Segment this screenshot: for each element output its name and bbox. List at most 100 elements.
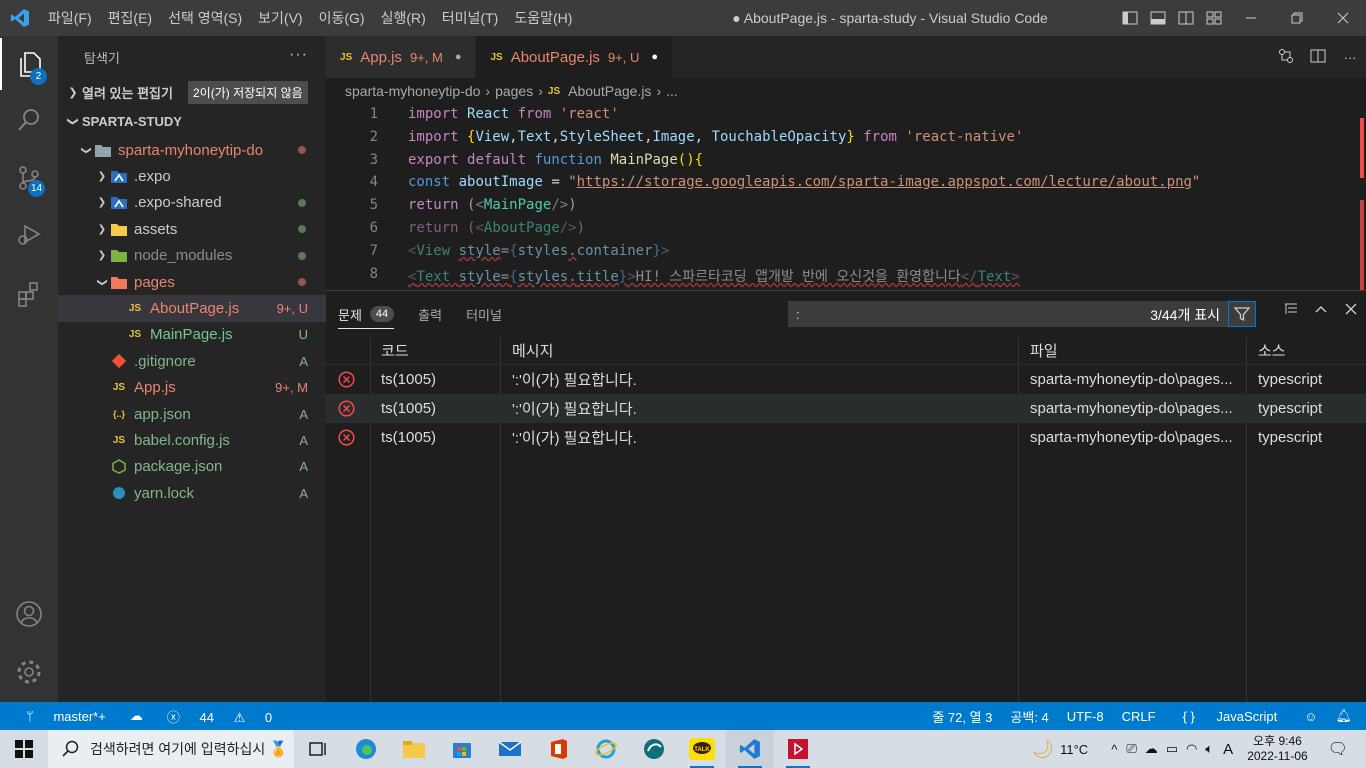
vscode-taskbar-icon[interactable] (726, 730, 774, 768)
internet-explorer-icon[interactable] (582, 730, 630, 768)
search-icon[interactable] (0, 94, 58, 146)
weather-moon-icon[interactable]: 🌙︎ (1025, 739, 1060, 760)
mail-icon[interactable] (486, 730, 534, 768)
problems-filter-input[interactable]: : 3/44개 표시 (788, 301, 1256, 327)
compare-changes-icon[interactable] (1270, 48, 1302, 67)
tree-item[interactable]: JS MainPage.js U (58, 322, 326, 348)
minimize-button[interactable] (1228, 0, 1274, 36)
tree-item[interactable]: .gitignore A (58, 348, 326, 374)
tree-item[interactable]: package.json A (58, 454, 326, 480)
menu-go[interactable]: 이동(G) (311, 8, 373, 28)
menu-edit[interactable]: 편집(E) (100, 8, 160, 28)
tree-item[interactable]: ❯ .expo-shared (58, 190, 326, 216)
task-view-icon[interactable] (294, 730, 342, 768)
source-control-icon[interactable]: 14 (0, 152, 58, 204)
sync-icon[interactable]: ☁ (122, 708, 151, 724)
accounts-icon[interactable] (0, 588, 58, 640)
overview-ruler[interactable] (1352, 104, 1366, 290)
customize-layout-icon[interactable] (1200, 0, 1228, 36)
maximize-panel-icon[interactable] (1306, 301, 1336, 327)
unsaved-dot-icon[interactable]: ● (455, 51, 462, 63)
tree-item[interactable]: ❯ node_modules (58, 243, 326, 269)
feedback-icon[interactable]: ☺ (1295, 709, 1326, 724)
kakaotalk-icon[interactable]: TALK (678, 730, 726, 768)
chat-app-icon[interactable] (630, 730, 678, 768)
indentation[interactable]: 공백: 4 (1001, 707, 1057, 726)
tree-item[interactable]: ❯ sparta-myhoneytip-do (58, 137, 326, 163)
restore-button[interactable] (1274, 0, 1320, 36)
ime-indicator[interactable]: A (1217, 741, 1239, 758)
file-explorer-icon[interactable] (390, 730, 438, 768)
breadcrumb-symbol[interactable]: ... (666, 83, 678, 99)
breadcrumb-folder[interactable]: sparta-myhoneytip-do (345, 83, 480, 99)
tab-about-page-js[interactable]: JS AboutPage.js 9+, U ● (476, 36, 674, 78)
tab-app-js[interactable]: JS App.js 9+, M ● (326, 36, 477, 78)
notifications-bell-icon[interactable]: 🔔︎ (1326, 708, 1366, 724)
menu-run[interactable]: 실행(R) (373, 8, 434, 28)
problem-row[interactable]: ts(1005) ':'이(가) 필요합니다. sparta-myhoneytip-… (326, 394, 1366, 423)
tray-meet-icon[interactable]: ⎚ (1122, 741, 1140, 757)
menu-terminal[interactable]: 터미널(T) (434, 8, 507, 28)
tree-item[interactable]: JS AboutPage.js 9+, U (58, 295, 326, 322)
tree-item[interactable]: JS App.js 9+, M (58, 375, 326, 401)
tray-battery-icon[interactable]: ▭ (1162, 741, 1182, 757)
editor-more-icon[interactable]: ··· (1334, 50, 1366, 65)
filter-icon[interactable] (1228, 301, 1256, 327)
tray-cloud-icon[interactable]: ☁ (1141, 741, 1162, 757)
close-panel-icon[interactable] (1336, 301, 1366, 327)
search-highlight-icon[interactable]: 🏅 (269, 740, 288, 758)
end-of-line[interactable]: CRLF (1113, 709, 1165, 724)
tab-output[interactable]: 출력 (406, 291, 454, 337)
weather-temp[interactable]: 11°C (1060, 742, 1106, 757)
tree-item[interactable]: ❯ pages (58, 269, 326, 295)
notification-center-icon[interactable]: 🗨︎ (1316, 739, 1366, 759)
toggle-secondary-sidebar-icon[interactable] (1172, 0, 1200, 36)
menu-help[interactable]: 도움말(H) (506, 8, 580, 28)
menu-selection[interactable]: 선택 영역(S) (160, 8, 250, 28)
windows-start-icon[interactable] (0, 730, 48, 768)
media-player-icon[interactable] (774, 730, 822, 768)
toggle-panel-icon[interactable] (1144, 0, 1172, 36)
problems-status[interactable]: ⓧ 44 ⚠ 0 (151, 707, 288, 726)
tree-item[interactable]: ❯ .expo (58, 163, 326, 189)
tree-item[interactable]: JS babel.config.js A (58, 427, 326, 453)
breadcrumb-pages[interactable]: pages (495, 83, 533, 99)
encoding[interactable]: UTF-8 (1058, 709, 1113, 724)
tray-volume-icon[interactable]: 🔈︎ (1201, 741, 1217, 757)
unsaved-dot-icon[interactable]: ● (651, 51, 658, 63)
header-source[interactable]: 소스 (1258, 340, 1286, 361)
close-window-button[interactable] (1320, 0, 1366, 36)
workspace-section[interactable]: ❯ SPARTA-STUDY (58, 107, 326, 135)
open-editors-section[interactable]: ❯ 열려 있는 편집기 2이(가) 저장되지 않음 (58, 78, 326, 106)
menu-file[interactable]: 파일(F) (40, 8, 100, 28)
clock[interactable]: 오후 9:46 2022-11-06 (1239, 734, 1316, 764)
split-editor-icon[interactable] (1302, 48, 1334, 67)
extensions-icon[interactable] (0, 268, 58, 320)
run-debug-icon[interactable] (0, 208, 58, 260)
settings-gear-icon[interactable] (0, 646, 58, 698)
tray-wifi-icon[interactable]: ◠ (1182, 741, 1201, 757)
edge-browser-icon[interactable] (342, 730, 390, 768)
problem-row[interactable]: ts(1005) ':'이(가) 필요합니다. sparta-myhoneytip-… (326, 423, 1366, 452)
header-file[interactable]: 파일 (1030, 340, 1058, 361)
cursor-position[interactable]: 줄 72, 열 3 (923, 707, 1001, 726)
tray-chevron-up-icon[interactable]: ^ (1106, 742, 1122, 757)
explorer-icon[interactable]: 2 (0, 38, 58, 90)
tree-item[interactable]: ❯ assets (58, 216, 326, 242)
tree-item[interactable]: yarn.lock A (58, 480, 326, 506)
toggle-sidebar-icon[interactable] (1116, 0, 1144, 36)
breadcrumb-file[interactable]: AboutPage.js (568, 83, 651, 99)
branch-status[interactable]: ᛘ master*+ (0, 709, 122, 724)
taskbar-search-input[interactable]: 검색하려면 여기에 입력하십시 🏅 (48, 730, 294, 768)
code-editor[interactable]: 1 2 3 4 5 6 7 8 import React from 'react' impor… (326, 104, 1366, 290)
collapse-all-icon[interactable] (1276, 301, 1306, 327)
microsoft-store-icon[interactable] (438, 730, 486, 768)
header-code[interactable]: 코드 (381, 340, 409, 361)
tree-item[interactable]: {..} app.json A (58, 401, 326, 427)
language-mode[interactable]: { } JavaScript (1165, 709, 1296, 724)
tab-problems[interactable]: 문제 44 (326, 291, 406, 337)
header-message[interactable]: 메시지 (512, 340, 553, 361)
more-actions-icon[interactable]: ··· (289, 46, 308, 64)
problem-row[interactable]: ts(1005) ':'이(가) 필요합니다. sparta-myhoneytip-… (326, 365, 1366, 394)
tab-terminal[interactable]: 터미널 (454, 291, 514, 337)
